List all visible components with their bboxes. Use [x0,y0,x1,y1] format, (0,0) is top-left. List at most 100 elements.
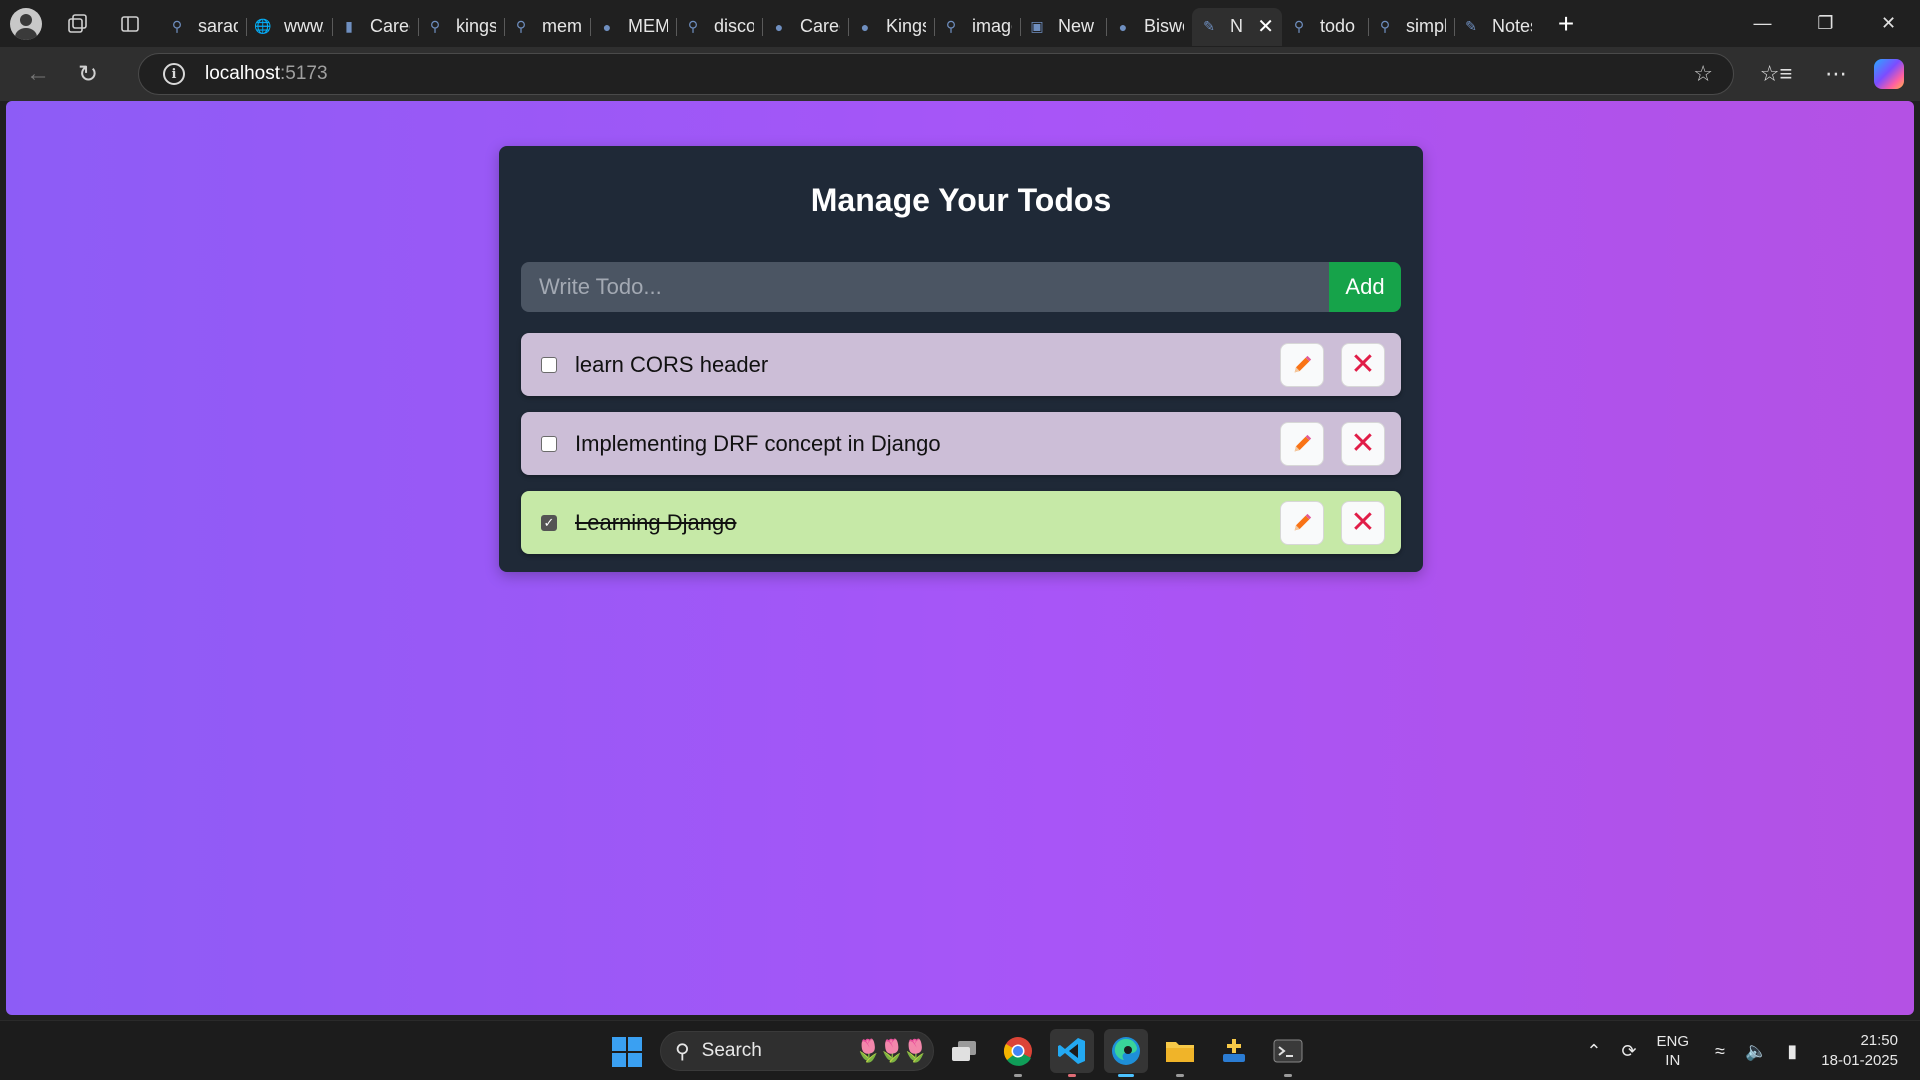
tab[interactable]: ● Career [762,8,848,46]
profile-avatar[interactable] [10,7,42,40]
tab-label: Career [800,16,840,36]
tab[interactable]: ⚲ discov [676,8,762,46]
tab[interactable]: ● Kingsr [848,8,934,46]
todo-text: Implementing DRF concept in Django [575,430,941,456]
refresh-icon[interactable]: ↻ [64,54,112,94]
todo-input[interactable] [521,262,1329,312]
page-title: Manage Your Todos [810,182,1112,218]
language-indicator[interactable]: ENG IN [1657,1032,1690,1070]
task-view-icon[interactable] [942,1029,986,1073]
tab[interactable]: ⚲ image [934,8,1020,46]
more-options-icon[interactable]: ⋯ [1806,47,1866,101]
battery-icon[interactable]: ▮ [1787,1041,1797,1062]
close-icon: ✕ [1350,347,1376,381]
tab-label: Biswo [1144,16,1184,36]
vscode-icon[interactable] [1050,1029,1094,1077]
site-info-icon[interactable]: i [163,63,185,85]
terminal-icon[interactable] [1266,1029,1310,1077]
tab-label: New t [1058,16,1098,36]
favorites-icon[interactable]: ☆≡ [1746,47,1806,101]
wifi-icon[interactable]: ≈ [1715,1041,1725,1062]
tab-label: www.s [284,16,324,36]
address-bar[interactable]: i localhost:5173 ☆ [138,53,1734,95]
tab[interactable]: 🌐 www.s [246,8,332,46]
minimize-icon[interactable]: — [1731,0,1794,47]
tab-active[interactable]: ✎ N ✕ [1192,7,1282,46]
tab[interactable]: ▣ New t [1020,8,1106,46]
bookmark-icon: ▮ [345,18,353,34]
file-explorer-icon[interactable] [1158,1029,1202,1077]
tab-label: simple [1406,16,1446,36]
running-indicator [1176,1074,1184,1077]
tab[interactable]: ✎ Notes [1454,8,1540,46]
page-viewport: Manage Your Todos Add learn CORS header ✕… [6,101,1914,1015]
todo-item: learn CORS header ✕ [521,333,1401,396]
search-icon: ⚲ [675,1040,690,1063]
site-icon: ● [860,18,870,35]
search-icon: ⚲ [515,18,527,34]
delete-button[interactable]: ✕ [1341,421,1385,466]
tab-label: MEMK [628,16,668,36]
clock[interactable]: 21:50 18-01-2025 [1821,1031,1898,1071]
edit-button[interactable] [1280,421,1324,466]
todo-text: Learning Django [575,509,737,535]
tab[interactable]: ⚲ memp [504,8,590,46]
close-window-icon[interactable]: ✕ [1857,0,1920,47]
notes-icon: ✎ [1203,18,1215,34]
todo-checkbox[interactable] [541,356,557,373]
todo-card: Manage Your Todos Add learn CORS header ✕… [499,146,1423,572]
todo-item: Implementing DRF concept in Django ✕ [521,412,1401,475]
favorite-star-icon[interactable]: ☆ [1693,61,1713,87]
restore-icon[interactable]: ❐ [1794,0,1857,47]
vertical-tabs-icon[interactable] [100,0,160,47]
search-icon: ⚲ [687,18,699,34]
site-icon: ● [602,18,612,35]
running-indicator [1014,1074,1022,1077]
delete-button[interactable]: ✕ [1341,342,1385,387]
tab-label: image [972,16,1012,36]
taskbar-search-label: Search [701,1040,762,1061]
windows-taskbar: ⚲ Search 🌷🌷🌷 ⌃ ⟳ ENG IN ≈ 🔈 ▮ 21:50 18-0… [0,1020,1920,1080]
tab[interactable]: ⚲ kingsr [418,8,504,46]
todo-checkbox[interactable]: ✓ [541,514,557,531]
tab[interactable]: ● Biswo [1106,8,1192,46]
notes-icon: ✎ [1465,18,1477,34]
tab-label: Kingsr [886,16,926,36]
url-text[interactable]: localhost:5173 [205,63,328,85]
back-icon[interactable]: ← [14,54,62,94]
tab-label: Notes [1492,16,1532,36]
taskbar-search[interactable]: ⚲ Search 🌷🌷🌷 [660,1031,934,1071]
search-icon: ⚲ [171,18,183,34]
edge-icon[interactable] [1104,1029,1148,1077]
new-tab-button[interactable]: + [1544,0,1588,47]
tab[interactable]: ● MEMK [590,8,676,46]
windows-start-icon[interactable] [612,1037,642,1067]
tab[interactable]: ⚲ todo a [1282,8,1368,46]
todo-checkbox[interactable] [541,435,557,452]
edit-button[interactable] [1280,342,1324,387]
app-installer-icon[interactable] [1212,1029,1256,1073]
edit-button[interactable] [1280,500,1324,545]
tab[interactable]: ⚲ simple [1368,8,1454,46]
close-tab-icon[interactable]: ✕ [1257,14,1274,39]
site-icon: ● [774,18,784,35]
add-button[interactable]: Add [1329,262,1401,312]
site-icon: ● [1118,18,1128,35]
tab[interactable]: ▮ Career [332,8,418,46]
sync-icon[interactable]: ⟳ [1621,1041,1636,1062]
chevron-up-icon[interactable]: ⌃ [1586,1041,1601,1062]
system-tray: ⌃ ⟳ ENG IN ≈ 🔈 ▮ 21:50 18-01-2025 [1576,1021,1920,1080]
delete-button[interactable]: ✕ [1341,500,1385,545]
chrome-icon[interactable] [996,1029,1040,1077]
active-indicator [1118,1074,1134,1077]
clock-date: 18-01-2025 [1821,1052,1898,1069]
tab-label: todo a [1320,16,1360,36]
copilot-icon[interactable] [1874,59,1904,89]
tab-label: sarada [198,16,238,36]
workspaces-icon[interactable] [56,0,100,47]
running-indicator [1068,1074,1076,1077]
volume-icon[interactable]: 🔈 [1745,1041,1767,1062]
close-icon: ✕ [1350,505,1376,539]
tab[interactable]: ⚲ sarada [160,8,246,46]
tab-label: N [1230,16,1243,36]
